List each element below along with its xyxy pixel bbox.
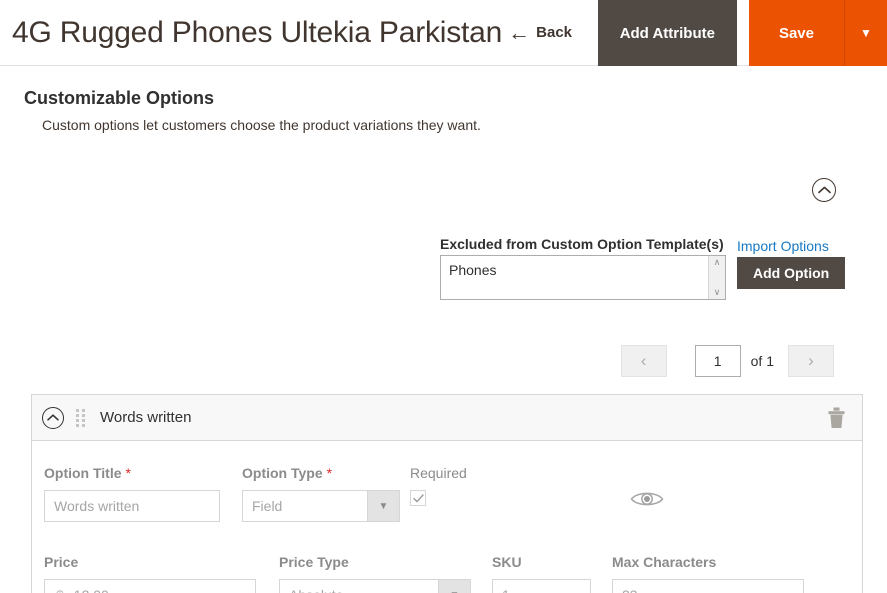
required-field: Required xyxy=(410,465,630,506)
required-asterisk: * xyxy=(125,465,131,481)
save-button[interactable]: Save xyxy=(748,0,844,66)
max-characters-field: Max Characters xyxy=(612,554,804,593)
price-type-value: Absolute xyxy=(280,580,438,593)
chevron-up-circle-icon xyxy=(42,406,64,429)
custom-option-card: Words written Option Title * Words writt… xyxy=(31,394,863,593)
option-type-value: Field xyxy=(252,498,283,514)
custom-option-body: Option Title* Option Type* Field ▼ Requi… xyxy=(32,441,862,593)
sku-field: SKU xyxy=(492,554,612,593)
custom-option-header: Words written xyxy=(32,395,862,441)
price-type-label: Price Type xyxy=(279,554,349,570)
max-characters-input[interactable] xyxy=(612,579,804,593)
required-label: Required xyxy=(410,465,467,481)
sku-label: SKU xyxy=(492,554,522,570)
custom-option-title: Words written xyxy=(100,409,192,426)
multiselect-scrollbar[interactable]: ∧ ∨ xyxy=(708,256,725,299)
excluded-templates-option[interactable]: Phones xyxy=(441,256,708,299)
price-field: Price $ xyxy=(44,554,279,593)
option-collapse-toggle[interactable] xyxy=(42,406,64,429)
price-type-select[interactable]: Absolute ▼ xyxy=(279,579,471,593)
pagination-previous-button[interactable]: ‹ xyxy=(620,345,667,377)
chevron-down-icon: ▼ xyxy=(860,26,872,40)
customizable-options-section: Customizable Options Custom options let … xyxy=(0,88,887,593)
save-dropdown-toggle[interactable]: ▼ xyxy=(844,0,887,66)
option-type-label-text: Option Type xyxy=(242,465,323,481)
import-options-link[interactable]: Import Options xyxy=(737,238,829,254)
chevron-left-icon: ‹ xyxy=(640,351,647,370)
option-type-field: Option Type * Field ▼ xyxy=(242,465,410,522)
header-actions: Add Attribute Save ▼ xyxy=(597,0,887,66)
pagination-next-button[interactable]: › xyxy=(788,345,834,377)
drag-dot xyxy=(76,413,79,417)
options-pagination: ‹ of 1 › xyxy=(620,345,834,377)
delete-option-button[interactable] xyxy=(827,407,846,429)
drag-dot xyxy=(76,418,79,422)
arrow-left-icon: ← xyxy=(508,19,531,45)
price-type-field: Price Type Absolute ▼ xyxy=(279,554,492,593)
save-button-group: Save ▼ xyxy=(748,0,887,66)
excluded-templates-label: Excluded from Custom Option Template(s) xyxy=(440,236,724,252)
chevron-right-icon: › xyxy=(808,351,814,370)
add-attribute-button[interactable]: Add Attribute xyxy=(597,0,737,66)
chevron-down-icon[interactable]: ▼ xyxy=(438,580,470,593)
price-input[interactable] xyxy=(69,587,259,593)
option-title-input[interactable] xyxy=(44,490,220,522)
section-title: Customizable Options xyxy=(24,88,215,108)
option-title-label-text: Option Title xyxy=(44,465,122,481)
pagination-total-label: of 1 xyxy=(750,353,774,369)
max-characters-label: Max Characters xyxy=(612,554,717,570)
option-field-row-1: Option Title* Option Type* Field ▼ Requi… xyxy=(44,465,850,522)
preview-field xyxy=(630,465,664,514)
check-icon xyxy=(412,493,424,502)
back-label: Back xyxy=(536,24,573,41)
back-link[interactable]: ← Back xyxy=(508,19,573,45)
eye-icon xyxy=(630,492,664,506)
option-type-select[interactable]: Field ▼ xyxy=(242,490,400,522)
scroll-down-icon[interactable]: ∨ xyxy=(714,288,721,297)
chevron-down-icon[interactable]: ▼ xyxy=(367,491,399,521)
drag-dot xyxy=(76,408,79,412)
excluded-templates-group: Excluded from Custom Option Template(s) … xyxy=(440,236,726,300)
page-header: 4G Rugged Phones Ultekia Parkistan ← Bac… xyxy=(0,0,887,66)
chevron-up-circle-icon xyxy=(812,178,836,202)
option-field-row-2: Price $ Price Type Absolute ▼ SKU xyxy=(44,554,850,593)
option-title-field: Option Title * xyxy=(44,465,242,522)
section-description: Custom options let customers choose the … xyxy=(42,117,481,133)
price-label: Price xyxy=(44,554,79,570)
required-asterisk: * xyxy=(326,465,333,481)
drag-handle-icon[interactable] xyxy=(76,408,86,427)
price-input-group[interactable]: $ xyxy=(44,579,259,593)
drag-dot xyxy=(82,423,85,427)
option-type-label: Option Type * xyxy=(242,465,410,481)
trash-icon xyxy=(828,407,845,428)
drag-dot xyxy=(82,408,85,412)
page-title: 4G Rugged Phones Ultekia Parkistan xyxy=(12,15,503,49)
drag-dot xyxy=(82,413,85,417)
currency-symbol: $ xyxy=(45,587,70,593)
preview-option-button[interactable] xyxy=(630,489,664,509)
excluded-templates-multiselect[interactable]: Phones ∧ ∨ xyxy=(440,255,726,300)
required-checkbox[interactable] xyxy=(410,490,426,506)
drag-dot xyxy=(82,418,85,422)
pagination-page-input[interactable] xyxy=(694,345,741,377)
scroll-up-icon[interactable]: ∧ xyxy=(714,258,721,267)
section-collapse-toggle[interactable] xyxy=(812,178,836,202)
option-title-label: Option Title * xyxy=(44,465,242,481)
sku-input[interactable] xyxy=(492,579,591,593)
add-option-button[interactable]: Add Option xyxy=(737,257,846,289)
drag-dot xyxy=(76,423,79,427)
